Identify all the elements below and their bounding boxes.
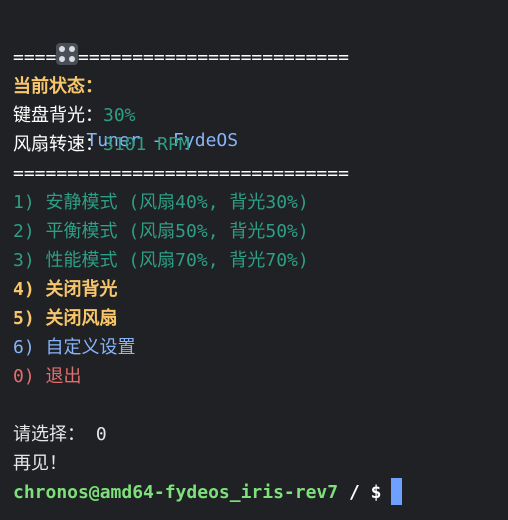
- text-cursor[interactable]: [391, 478, 403, 505]
- goodbye-message: 再见！: [13, 453, 67, 474]
- separator-bottom: ===============================: [13, 163, 349, 184]
- menu-item-custom-settings: 6) 自定义设置: [13, 337, 136, 358]
- choice-prompt: 请选择： 0: [13, 424, 107, 445]
- fan-value: 3101 RPM: [103, 134, 190, 155]
- control-knobs-icon: [56, 43, 79, 65]
- menu-item-backlight-off: 4) 关闭背光: [13, 279, 118, 300]
- menu-item-performance-mode: 3) 性能模式 (风扇70%, 背光70%): [13, 250, 309, 271]
- separator-top: ===============================: [13, 47, 349, 68]
- terminal-window[interactable]: Tuner - FydeOS =========================…: [0, 0, 508, 520]
- prompt-user-host: chronos@amd64-fydeos_iris-rev7: [13, 482, 339, 503]
- prompt-path: / $: [338, 482, 382, 503]
- menu-item-exit: 0) 退出: [13, 366, 82, 387]
- menu-item-quiet-mode: 1) 安静模式 (风扇40%, 背光30%): [13, 192, 309, 213]
- shell-prompt[interactable]: chronos@amd64-fydeos_iris-rev7 / $: [13, 478, 508, 507]
- title-line: Tuner - FydeOS: [13, 14, 508, 151]
- menu-item-fan-off: 5) 关闭风扇: [13, 308, 118, 329]
- menu-item-balanced-mode: 2) 平衡模式 (风扇50%, 背光50%): [13, 221, 309, 242]
